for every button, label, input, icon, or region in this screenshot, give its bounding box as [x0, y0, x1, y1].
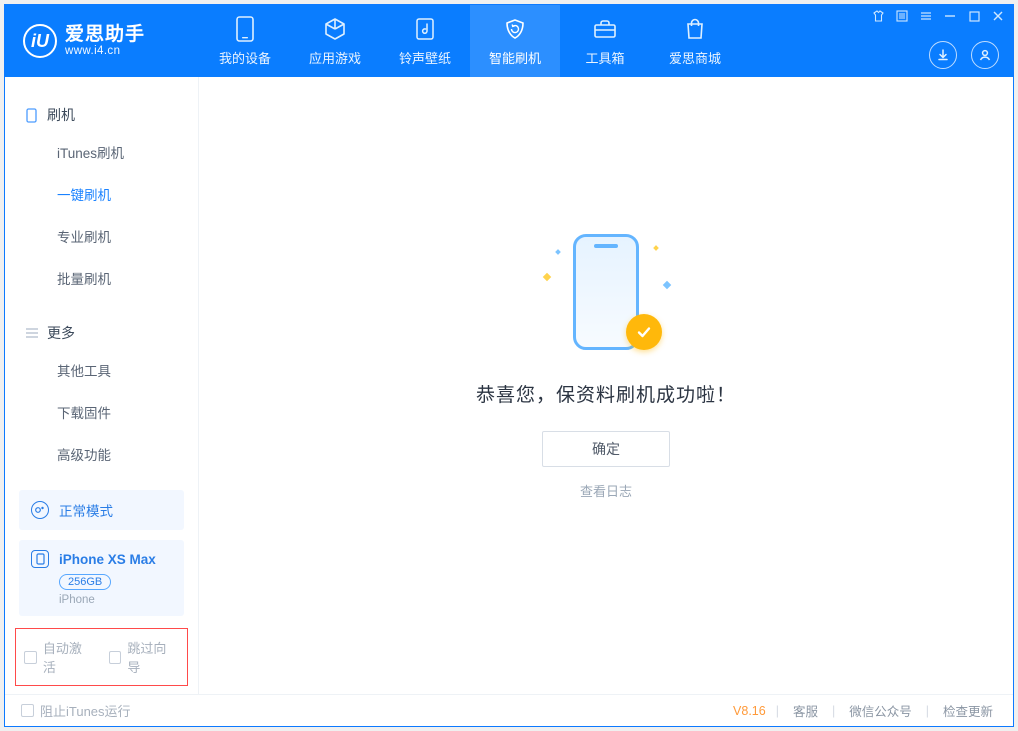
- device-icon: [232, 16, 258, 42]
- titlebar: iU 爱思助手 www.i4.cn 我的设备 应用游戏 铃声壁纸 智能刷机: [5, 5, 1013, 77]
- nav-tab-smart-flash[interactable]: 智能刷机: [470, 5, 560, 77]
- list-icon[interactable]: [895, 9, 909, 23]
- logo-area: iU 爱思助手 www.i4.cn: [5, 24, 200, 58]
- checkbox-block-itunes[interactable]: 阻止iTunes运行: [21, 701, 131, 720]
- refresh-shield-icon: [502, 16, 528, 42]
- success-message: 恭喜您，保资料刷机成功啦！: [476, 380, 736, 407]
- footer-link-support[interactable]: 客服: [789, 701, 822, 720]
- checkbox-skip-guide[interactable]: 跳过向导: [109, 638, 180, 676]
- nav-tab-store[interactable]: 爱思商城: [650, 5, 740, 77]
- nav-tab-apps-games[interactable]: 应用游戏: [290, 5, 380, 77]
- device-icon: [31, 550, 49, 568]
- close-button[interactable]: [991, 9, 1005, 23]
- section-title: 刷机: [47, 105, 75, 125]
- minimize-button[interactable]: [943, 9, 957, 23]
- sidebar-section-flash: 刷机: [5, 99, 198, 131]
- nav-tabs: 我的设备 应用游戏 铃声壁纸 智能刷机 工具箱 爱思商城: [200, 5, 740, 77]
- sidebar-item-advanced[interactable]: 高级功能: [5, 433, 198, 475]
- nav-label: 智能刷机: [489, 48, 541, 67]
- mode-label: 正常模式: [59, 500, 113, 520]
- toolbox-icon: [592, 16, 618, 42]
- version-label: V8.16: [733, 704, 766, 718]
- phone-icon: [25, 109, 38, 122]
- download-button[interactable]: [929, 41, 957, 69]
- view-log-link[interactable]: 查看日志: [580, 481, 632, 500]
- app-logo-icon: iU: [23, 24, 57, 58]
- mode-icon: [31, 501, 49, 519]
- ok-button[interactable]: 确定: [542, 431, 670, 467]
- maximize-button[interactable]: [967, 9, 981, 23]
- app-name: 爱思助手: [65, 25, 145, 45]
- checkbox-label: 阻止iTunes运行: [40, 701, 131, 720]
- nav-tab-toolbox[interactable]: 工具箱: [560, 5, 650, 77]
- success-check-icon: [626, 314, 662, 350]
- nav-tab-my-device[interactable]: 我的设备: [200, 5, 290, 77]
- checkbox-label: 自动激活: [43, 638, 95, 676]
- menu-icon[interactable]: [919, 9, 933, 23]
- status-bar: 阻止iTunes运行 V8.16 | 客服 | 微信公众号 | 检查更新: [5, 694, 1013, 726]
- window-controls: [871, 9, 1005, 23]
- device-info-box[interactable]: iPhone XS Max 256GB iPhone: [19, 540, 184, 616]
- main-content: 恭喜您，保资料刷机成功啦！ 确定 查看日志: [199, 77, 1013, 694]
- nav-label: 铃声壁纸: [399, 48, 451, 67]
- sidebar-item-other-tools[interactable]: 其他工具: [5, 349, 198, 391]
- device-type: iPhone: [59, 594, 172, 606]
- checkbox-auto-activate[interactable]: 自动激活: [24, 638, 95, 676]
- nav-label: 应用游戏: [309, 48, 361, 67]
- nav-tab-ringtone-wallpaper[interactable]: 铃声壁纸: [380, 5, 470, 77]
- sidebar-item-download-firmware[interactable]: 下载固件: [5, 391, 198, 433]
- checkbox-label: 跳过向导: [127, 638, 179, 676]
- cube-icon: [322, 16, 348, 42]
- nav-label: 爱思商城: [669, 48, 721, 67]
- shopping-bag-icon: [682, 16, 708, 42]
- success-illustration: [546, 232, 666, 352]
- device-name: iPhone XS Max: [59, 552, 156, 567]
- list-icon: [25, 327, 38, 340]
- footer-link-wechat[interactable]: 微信公众号: [845, 701, 916, 720]
- sidebar-item-pro-flash[interactable]: 专业刷机: [5, 215, 198, 257]
- nav-label: 我的设备: [219, 48, 271, 67]
- device-storage-badge: 256GB: [59, 574, 111, 590]
- user-account-button[interactable]: [971, 41, 999, 69]
- sidebar-item-itunes-flash[interactable]: iTunes刷机: [5, 131, 198, 173]
- app-url: www.i4.cn: [65, 45, 145, 57]
- footer-link-check-update[interactable]: 检查更新: [939, 701, 997, 720]
- section-title: 更多: [47, 323, 75, 343]
- device-mode-box[interactable]: 正常模式: [19, 490, 184, 530]
- sidebar-item-batch-flash[interactable]: 批量刷机: [5, 257, 198, 299]
- music-file-icon: [412, 16, 438, 42]
- highlighted-options-row: 自动激活 跳过向导: [15, 628, 188, 686]
- sidebar-item-oneclick-flash[interactable]: 一键刷机: [5, 173, 198, 215]
- sidebar: 刷机 iTunes刷机 一键刷机 专业刷机 批量刷机 更多 其他工具 下载固件 …: [5, 77, 199, 694]
- nav-label: 工具箱: [585, 48, 624, 67]
- shirt-icon[interactable]: [871, 9, 885, 23]
- sidebar-section-more: 更多: [5, 317, 198, 349]
